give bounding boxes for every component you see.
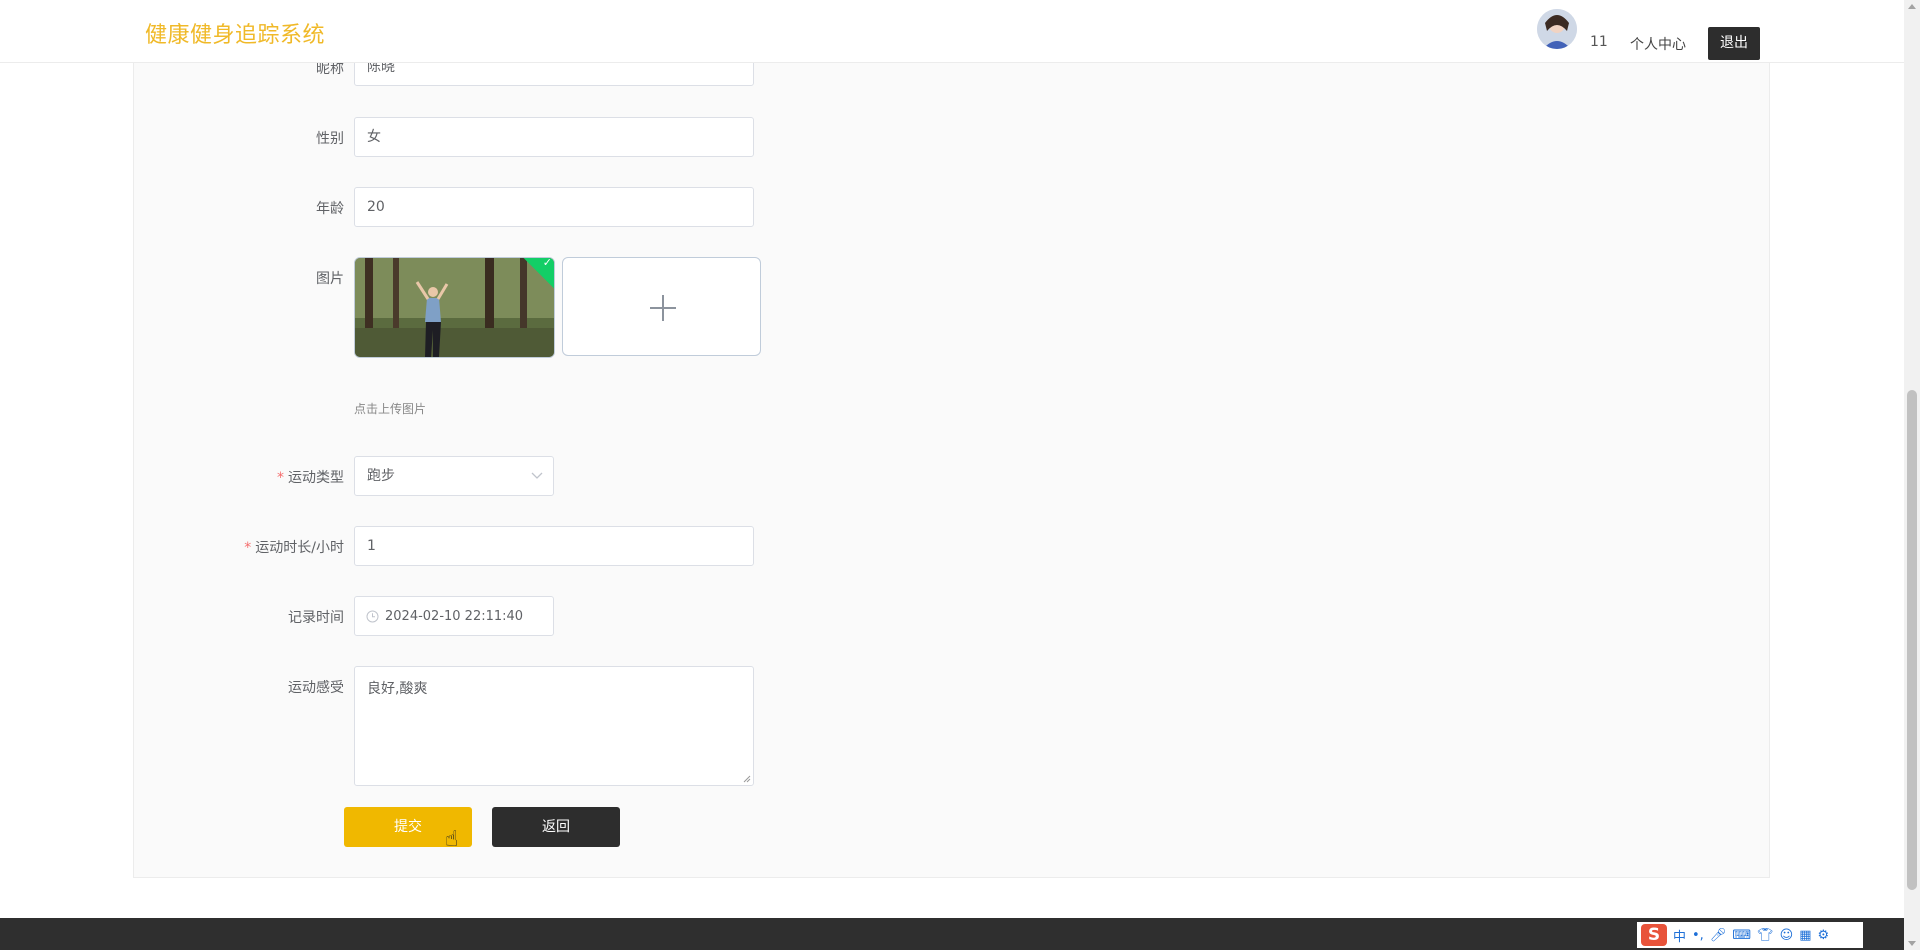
username: 11 — [1590, 34, 1608, 50]
required-star: * — [244, 540, 252, 556]
page-footer — [0, 918, 1904, 950]
check-icon: ✓ — [542, 257, 552, 270]
chevron-down-icon — [531, 472, 543, 479]
add-image-button[interactable] — [562, 257, 761, 356]
duration-input[interactable]: 1 — [354, 526, 754, 566]
clock-icon — [366, 610, 379, 623]
duration-label: * 运动时长/小时 — [144, 537, 344, 557]
feeling-textarea[interactable]: 良好,酸爽 — [354, 666, 754, 786]
gender-input[interactable]: 女 — [354, 117, 754, 157]
duration-label-text: 运动时长/小时 — [255, 540, 344, 556]
image-label: 图片 — [316, 271, 344, 287]
feeling-value: 良好,酸爽 — [367, 681, 428, 697]
top-navbar: 健康健身追踪系统 11 个人中心 退出 — [0, 0, 1904, 63]
sport-type-value: 跑步 — [367, 468, 395, 484]
vertical-scrollbar[interactable] — [1904, 0, 1920, 950]
record-time-picker[interactable]: 2024-02-10 22:11:40 — [354, 596, 554, 636]
resize-handle-icon[interactable] — [743, 775, 751, 783]
upload-hint: 点击上传图片 — [354, 402, 427, 416]
scrollbar-thumb[interactable] — [1907, 390, 1917, 890]
record-time-label: 记录时间 — [288, 610, 344, 626]
age-value: 20 — [367, 199, 385, 215]
gear-icon[interactable]: ⚙ — [1817, 928, 1829, 943]
robot-icon[interactable]: ☺ — [1780, 928, 1794, 943]
sport-type-label-text: 运动类型 — [288, 470, 344, 486]
gender-label: 性别 — [316, 131, 344, 147]
gender-value: 女 — [367, 129, 381, 145]
feeling-label: 运动感受 — [288, 680, 344, 696]
grid-icon[interactable]: ▦ — [1799, 928, 1811, 943]
record-time-value: 2024-02-10 22:11:40 — [385, 609, 524, 624]
duration-value: 1 — [367, 538, 376, 554]
sogou-logo-icon[interactable]: S — [1641, 924, 1667, 946]
keyboard-icon[interactable]: ⌨ — [1732, 928, 1751, 943]
plus-icon-vertical — [662, 295, 664, 321]
logout-button[interactable]: 退出 — [1708, 27, 1760, 60]
avatar[interactable] — [1537, 9, 1577, 49]
sport-type-select[interactable]: 跑步 — [354, 456, 554, 496]
ime-punctuation-toggle[interactable]: •, — [1692, 928, 1704, 943]
sport-type-label: * 运动类型 — [144, 467, 344, 487]
site-title[interactable]: 健康健身追踪系统 — [145, 17, 325, 49]
required-star: * — [277, 470, 284, 486]
uploaded-image[interactable]: ✓ — [354, 257, 555, 358]
personal-center-link[interactable]: 个人中心 — [1630, 34, 1686, 54]
age-input[interactable]: 20 — [354, 187, 754, 227]
scroll-down-arrow-icon[interactable] — [1908, 941, 1916, 946]
shirt-icon[interactable]: 👕︎ — [1757, 928, 1774, 943]
back-button[interactable]: 返回 — [492, 807, 620, 847]
age-label: 年龄 — [316, 201, 344, 217]
pointer-hand-icon: ☝ — [445, 827, 459, 852]
uploaded-image-picture — [355, 258, 554, 357]
scroll-up-arrow-icon[interactable] — [1908, 4, 1916, 9]
ime-mode-toggle[interactable]: 中 — [1673, 926, 1686, 945]
microphone-icon[interactable]: 🎤︎ — [1710, 928, 1727, 943]
ime-toolbar[interactable]: S 中 •, 🎤︎ ⌨ 👕︎ ☺ ▦ ⚙ — [1637, 922, 1863, 948]
avatar-image — [1537, 9, 1577, 49]
